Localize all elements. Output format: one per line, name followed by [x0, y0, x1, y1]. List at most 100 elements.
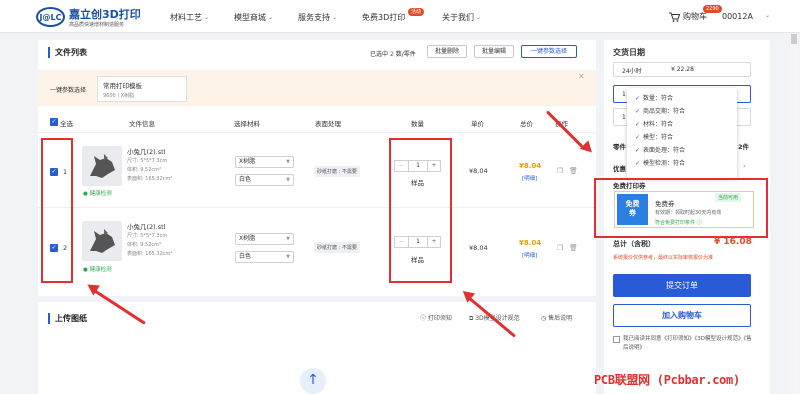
file-volume: 体积: 9.52cm³ — [127, 242, 162, 248]
upload-title: 上传图纸 — [48, 313, 87, 324]
cart-link[interactable]: 购物车 — [669, 11, 707, 22]
submit-order-button[interactable]: 提交订单 — [613, 274, 751, 297]
logo-title[interactable]: 嘉立创3D打印 — [69, 6, 141, 22]
divider — [38, 207, 596, 208]
unit-price: ¥8.04 — [469, 244, 488, 252]
close-icon[interactable]: ✕ — [578, 72, 585, 81]
param-select-label: 一键参数选择 — [50, 87, 87, 94]
batch-edit-button[interactable]: 批量编辑 — [474, 45, 514, 58]
chevron-down-icon: ▼ — [286, 236, 290, 242]
nav-label: 免费3D打印 — [362, 13, 406, 22]
chevron-down-icon: ▼ — [286, 177, 290, 183]
file-list-title: 文件列表 — [48, 47, 87, 58]
nav-item-support[interactable]: 服务支持 ⌄ — [298, 12, 337, 23]
nav-label: 模型商城 — [234, 13, 266, 22]
nav-label: 关于我们 — [442, 13, 474, 22]
divider — [38, 132, 596, 133]
batch-delete-button[interactable]: 批量删除 — [427, 45, 467, 58]
link-after-sales[interactable]: ◷ 售后说明 — [541, 313, 572, 322]
chevron-right-icon[interactable]: › — [743, 162, 746, 170]
chevron-down-icon: ▼ — [286, 159, 290, 165]
chevron-down-icon: ⌄ — [332, 14, 338, 21]
col-unit-price: 单价 — [471, 120, 484, 128]
total-amount: ¥ 16.08 — [714, 237, 752, 247]
total-note: 系统报价仅供参考，最终以实际审核报价为准 — [613, 255, 714, 261]
chevron-down-icon[interactable]: ⌄ — [765, 12, 770, 19]
nav-item-materials[interactable]: 材料工艺 ⌄ — [170, 12, 209, 23]
link-print-notice[interactable]: ⓘ 打印须知 — [420, 313, 452, 322]
hot-badge: 活动 — [408, 8, 425, 16]
annotation-box-checkboxes — [41, 138, 73, 283]
surface-treatment-tag[interactable]: 砂纸打磨 : 不需要 — [314, 166, 360, 177]
color-select[interactable]: 白色 ▼ — [235, 174, 294, 186]
delivery-title: 交货日期 — [613, 48, 645, 57]
agreement-text[interactable]: 我已阅读并同意《打印须知》《3D模型设计规范》《售后说明》 — [623, 335, 753, 353]
material-select[interactable]: X树脂 ▼ — [235, 233, 294, 245]
chevron-down-icon: ▼ — [286, 254, 290, 260]
color-select[interactable]: 白色 ▼ — [235, 251, 294, 263]
file-size: 尺寸: 5*5*7.3cm — [127, 233, 168, 239]
unit-price: ¥8.04 — [469, 167, 488, 175]
total-label: 总计（含税） — [613, 240, 655, 248]
file-volume: 体积: 9.52cm³ — [127, 167, 162, 173]
total-price: ¥8.04 — [519, 239, 542, 247]
nav-item-model-store[interactable]: 模型商城 ⌄ — [234, 12, 273, 23]
file-area: 表面积: 165.32cm² — [127, 176, 173, 182]
model-thumbnail[interactable] — [82, 146, 122, 186]
popup-item: ✓ 材料：符合 — [635, 121, 674, 128]
health-check-link[interactable]: ● 健康检测 — [83, 265, 112, 273]
file-area: 表面积: 165.32cm² — [127, 251, 173, 257]
popup-item: ✓ 商品交期：符合 — [635, 108, 686, 115]
price-detail-link[interactable]: [明细] — [522, 174, 537, 182]
scrollbar-thumb[interactable] — [791, 34, 797, 44]
popup-item: ✓ 模型检测：符合 — [635, 160, 686, 167]
file-name[interactable]: 小兔几(2).stl — [127, 146, 166, 156]
trash-icon[interactable]: 🗑 — [569, 167, 578, 175]
col-material: 选择材料 — [234, 120, 260, 128]
model-preview-icon — [90, 154, 115, 178]
one-click-param-button[interactable]: 一键参数选择 — [521, 45, 577, 58]
col-total: 总价 — [520, 120, 533, 128]
price-detail-link[interactable]: [明细] — [522, 251, 537, 259]
logo-subtitle: 高品质快速增材制造服务 — [69, 22, 125, 28]
popup-item: ✓ 数量：符合 — [635, 95, 674, 102]
chevron-down-icon: ⌄ — [476, 14, 482, 21]
select-all-checkbox[interactable]: ✓ — [50, 118, 58, 126]
annotation-box-coupon — [594, 178, 768, 238]
surface-treatment-tag[interactable]: 砂纸打磨 : 不需要 — [314, 242, 360, 253]
copy-icon[interactable]: ❐ — [557, 244, 563, 252]
cart-count-badge: 2290 — [703, 5, 722, 13]
user-account[interactable]: 00012A — [722, 12, 753, 21]
model-thumbnail[interactable] — [82, 221, 122, 261]
popup-item: ✓ 模型：符合 — [635, 134, 674, 141]
selected-count-text: 已选中 2 数/零件 — [370, 51, 416, 58]
material-select[interactable]: X树脂 ▼ — [235, 156, 294, 168]
nav-label: 材料工艺 — [170, 13, 202, 22]
agree-checkbox[interactable] — [613, 336, 620, 343]
copy-icon[interactable]: ❐ — [557, 167, 563, 175]
upload-arrow-icon[interactable]: ↑ — [300, 368, 326, 394]
col-surface: 表面处理 — [315, 120, 341, 128]
param-template-title: 常用打印模板 — [103, 82, 142, 90]
logo-mark[interactable]: J@LC — [36, 7, 65, 27]
nav-item-free-print[interactable]: 免费3D打印 — [362, 12, 405, 23]
nav-item-about[interactable]: 关于我们 ⌄ — [442, 12, 481, 23]
discount-label: 优惠 — [613, 165, 626, 173]
watermark: PCB联盟网 (Pcbbar.com) — [594, 373, 740, 387]
trash-icon[interactable]: 🗑 — [569, 244, 578, 252]
health-check-link[interactable]: ● 健康检测 — [83, 189, 112, 197]
nav-label: 服务支持 — [298, 13, 330, 22]
add-to-cart-button[interactable]: 加入购物车 — [613, 304, 751, 327]
param-template-sub: 9600丨X树脂 — [103, 93, 135, 99]
cart-icon — [669, 12, 680, 22]
parts-label: 零件 — [613, 143, 626, 151]
delivery-option[interactable]: 24小时 ¥ 22.28 — [613, 62, 751, 77]
popup-item: ✓ 表面处理：符合 — [635, 147, 686, 154]
file-name[interactable]: 小兔几(2).stl — [127, 221, 166, 231]
scrollbar[interactable] — [790, 34, 798, 394]
parts-value: 2件 — [738, 143, 750, 151]
model-preview-icon — [90, 229, 115, 253]
total-price: ¥8.04 — [519, 162, 542, 170]
chevron-down-icon: ⌄ — [204, 14, 210, 21]
cart-label: 购物车 — [683, 12, 707, 21]
